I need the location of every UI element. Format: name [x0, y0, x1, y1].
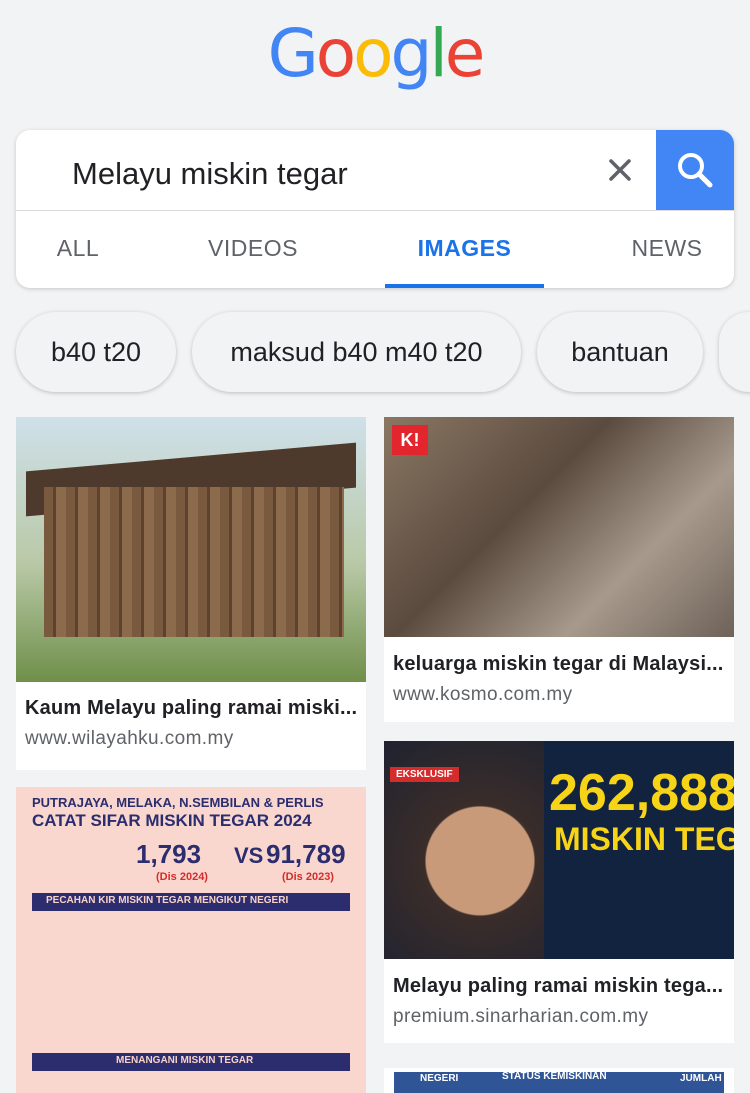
- result-title[interactable]: Kaum Melayu paling ramai miski...: [25, 697, 359, 720]
- result-thumbnail[interactable]: PUTRAJAYA, MELAKA, N.SEMBILAN & PERLIS C…: [16, 787, 366, 1093]
- logo-letter: e: [444, 15, 486, 92]
- kosmo-badge: K!: [392, 425, 428, 455]
- search-icon: [678, 153, 713, 188]
- thumbnail-image: [384, 417, 734, 637]
- chip-maksud-b40-m40-t20[interactable]: maksud b40 m40 t20: [192, 312, 521, 392]
- tab-images[interactable]: IMAGES: [385, 210, 544, 288]
- logo-letter: G: [267, 15, 319, 92]
- result-url: www.wilayahku.com.my: [25, 728, 234, 749]
- logo-letter: o: [315, 15, 356, 92]
- result-title[interactable]: keluarga miskin tegar di Malaysi...: [393, 653, 727, 676]
- chip-bantuan[interactable]: bantuan: [537, 312, 703, 392]
- result-thumbnail[interactable]: K!: [384, 417, 734, 637]
- logo-letter: l: [429, 15, 447, 92]
- poster-year-2024: (Dis 2024): [156, 871, 208, 883]
- poster-vs: VS: [234, 843, 264, 868]
- image-result-card-partial[interactable]: NEGERI STATUS KEMISKINAN JUMLAH: [384, 1068, 734, 1093]
- search-bar: Melayu miskin tegar: [16, 130, 734, 211]
- chip-b40-t20[interactable]: b40 t20: [16, 312, 176, 392]
- tab-news[interactable]: NEWS: [612, 210, 722, 288]
- thumbnail-image: [16, 787, 366, 1093]
- headline-text: MISKIN TEGAR: [554, 821, 734, 857]
- search-tabs: ALL VIDEOS IMAGES NEWS: [16, 210, 734, 288]
- result-url: www.kosmo.com.my: [393, 684, 573, 705]
- image-result-card[interactable]: Kaum Melayu paling ramai miski... www.wi…: [16, 417, 366, 770]
- image-result-card[interactable]: EKSKLUSIF 262,888 MISKIN TEGAR Melayu pa…: [384, 741, 734, 1043]
- result-thumbnail[interactable]: [16, 417, 366, 682]
- result-url: premium.sinarharian.com.my: [393, 1006, 649, 1027]
- logo-letter: g: [390, 15, 433, 92]
- tab-all[interactable]: ALL: [26, 210, 130, 288]
- chip-partial[interactable]: [719, 312, 750, 392]
- image-result-card[interactable]: K! keluarga miskin tegar di Malaysi... w…: [384, 417, 734, 722]
- poster-band-text: MENANGANI MISKIN TEGAR: [116, 1055, 254, 1066]
- search-card: Melayu miskin tegar ALL VIDEOS IMAGES NE…: [16, 130, 734, 288]
- poster-band-text: PECAHAN KIR MISKIN TEGAR MENGIKUT NEGERI: [46, 895, 289, 906]
- image-result-card[interactable]: PUTRAJAYA, MELAKA, N.SEMBILAN & PERLIS C…: [16, 787, 366, 1093]
- result-thumbnail[interactable]: EKSKLUSIF 262,888 MISKIN TEGAR: [384, 741, 734, 959]
- poster-heading: PUTRAJAYA, MELAKA, N.SEMBILAN & PERLIS: [32, 795, 324, 810]
- table-col-status: STATUS KEMISKINAN: [502, 1071, 607, 1082]
- table-col-negeri: NEGERI: [420, 1073, 459, 1084]
- poster-title: CATAT SIFAR MISKIN TEGAR 2024: [32, 811, 312, 830]
- tab-videos[interactable]: VIDEOS: [184, 210, 322, 288]
- thumbnail-house-shape: [44, 487, 344, 637]
- result-title[interactable]: Melayu paling ramai miskin tega...: [393, 975, 727, 998]
- poster-year-2023: (Dis 2023): [282, 871, 334, 883]
- headline-number: 262,888: [549, 764, 734, 822]
- clear-icon[interactable]: [602, 152, 638, 188]
- poster-number-2024: 1,793: [136, 839, 202, 869]
- google-logo[interactable]: Google: [0, 14, 750, 94]
- search-input[interactable]: Melayu miskin tegar: [72, 156, 348, 192]
- exclusive-tag: EKSKLUSIF: [390, 767, 459, 782]
- table-col-jumlah: JUMLAH: [680, 1073, 722, 1084]
- search-button[interactable]: [656, 130, 734, 210]
- logo-letter: o: [353, 15, 393, 92]
- poster-number-2023: 91,789: [266, 839, 346, 869]
